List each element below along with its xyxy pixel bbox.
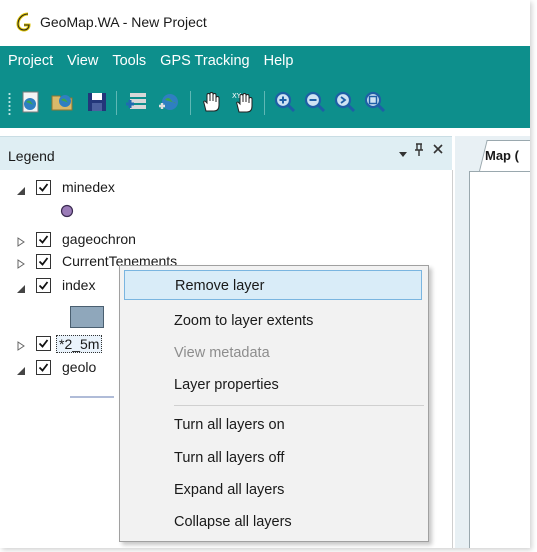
add-layer-icon[interactable] (124, 89, 150, 115)
new-project-icon[interactable] (18, 89, 44, 115)
map-canvas[interactable] (469, 171, 530, 548)
menu-project[interactable]: Project (8, 53, 53, 69)
save-icon[interactable] (84, 89, 110, 115)
main-toolbar: XY (0, 76, 530, 128)
layer-checkbox[interactable] (36, 336, 51, 351)
line-symbol-icon (70, 396, 114, 398)
layer-label: minedex (62, 179, 115, 195)
layer-symbol-row (0, 200, 452, 222)
menu-item-remove-layer[interactable]: Remove layer (124, 270, 422, 300)
layer-label: gageochron (62, 231, 136, 247)
menu-view[interactable]: View (67, 53, 98, 69)
window-title: GeoMap.WA - New Project (40, 14, 207, 30)
menu-separator (174, 405, 424, 406)
collapse-arrow-icon[interactable] (16, 281, 26, 293)
pin-icon[interactable] (413, 143, 425, 160)
toolbar-separator (116, 91, 117, 115)
layer-checkbox[interactable] (36, 254, 51, 269)
expand-arrow-icon[interactable] (16, 234, 26, 247)
tab-map-label: Map ( (485, 148, 519, 163)
layer-context-menu: Remove layer Zoom to layer extents View … (119, 265, 429, 542)
collapse-arrow-icon[interactable] (16, 183, 26, 195)
layer-row-gageochron[interactable]: gageochron (0, 228, 452, 252)
layer-row-minedex[interactable]: minedex (0, 176, 452, 200)
toolbar-separator (264, 91, 265, 115)
zoom-in-icon[interactable] (272, 89, 298, 115)
zoom-previous-icon[interactable] (332, 89, 358, 115)
layer-label: index (62, 277, 96, 293)
zoom-extent-icon[interactable] (362, 89, 388, 115)
collapse-arrow-icon[interactable] (16, 363, 26, 375)
polygon-symbol-icon (70, 306, 104, 328)
pan-hand-icon[interactable] (198, 89, 224, 115)
menu-item-view-metadata: View metadata (174, 345, 270, 361)
layer-checkbox[interactable] (36, 180, 51, 195)
panel-dropdown-icon[interactable] (398, 147, 408, 162)
map-panel: Map ( (455, 136, 530, 548)
zoom-out-icon[interactable] (302, 89, 328, 115)
layer-label-selected: *2_5m (56, 335, 103, 353)
menu-item-zoom-to-layer-extents[interactable]: Zoom to layer extents (124, 306, 422, 336)
menu-help[interactable]: Help (264, 53, 294, 69)
app-window: GeoMap.WA - New Project Project View Too… (0, 0, 530, 548)
menu-tools[interactable]: Tools (112, 53, 146, 69)
menu-item-layer-properties[interactable]: Layer properties (124, 370, 422, 400)
layer-checkbox[interactable] (36, 278, 51, 293)
expand-arrow-icon[interactable] (16, 338, 26, 351)
menu-item-turn-all-layers-off[interactable]: Turn all layers off (124, 443, 422, 473)
title-bar: GeoMap.WA - New Project (0, 0, 530, 46)
legend-title: Legend (8, 148, 55, 164)
layer-checkbox[interactable] (36, 232, 51, 247)
menu-gps-tracking[interactable]: GPS Tracking (160, 53, 249, 69)
legend-panel-header: Legend (0, 136, 452, 171)
xy-pan-hand-icon[interactable]: XY (230, 89, 256, 115)
menu-bar: Project View Tools GPS Tracking Help (0, 46, 530, 76)
point-symbol-icon (60, 204, 74, 221)
menu-item-collapse-all-layers[interactable]: Collapse all layers (124, 507, 422, 537)
geomap-logo-icon (14, 12, 34, 32)
layer-label: geolo (62, 359, 97, 375)
close-icon[interactable] (432, 143, 444, 158)
menu-item-expand-all-layers[interactable]: Expand all layers (124, 475, 422, 505)
layer-checkbox[interactable] (36, 360, 51, 375)
expand-arrow-icon[interactable] (16, 256, 26, 269)
menu-item-turn-all-layers-on[interactable]: Turn all layers on (124, 410, 422, 440)
add-web-layer-icon[interactable] (156, 89, 182, 115)
toolbar-separator (190, 91, 191, 115)
open-project-icon[interactable] (50, 89, 76, 115)
toolbar-grip[interactable] (8, 92, 11, 116)
